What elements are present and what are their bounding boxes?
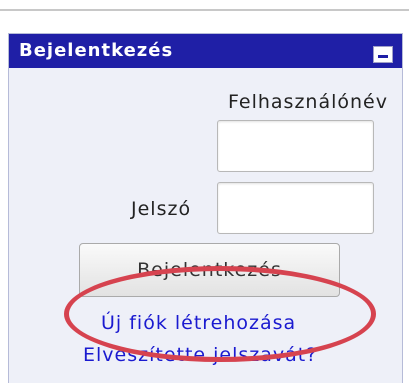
login-block-header: Bejelentkezés	[9, 34, 402, 68]
page: Bejelentkezés Felhasználónév Jelszó Beje…	[0, 0, 409, 383]
create-account-link[interactable]: Új fiók létrehozása	[101, 312, 296, 334]
top-divider	[0, 9, 409, 11]
password-input[interactable]	[217, 182, 374, 234]
minus-icon	[378, 55, 388, 58]
username-input[interactable]	[217, 120, 374, 172]
collapse-button[interactable]	[373, 46, 393, 63]
login-button[interactable]: Bejelentkezés	[79, 243, 340, 297]
login-block: Bejelentkezés Felhasználónév Jelszó Beje…	[8, 33, 403, 383]
password-label: Jelszó	[131, 198, 192, 220]
username-label: Felhasználónév	[228, 91, 388, 113]
login-block-title: Bejelentkezés	[19, 40, 174, 61]
forgot-password-link[interactable]: Elveszítette jelszavát?	[83, 344, 317, 366]
